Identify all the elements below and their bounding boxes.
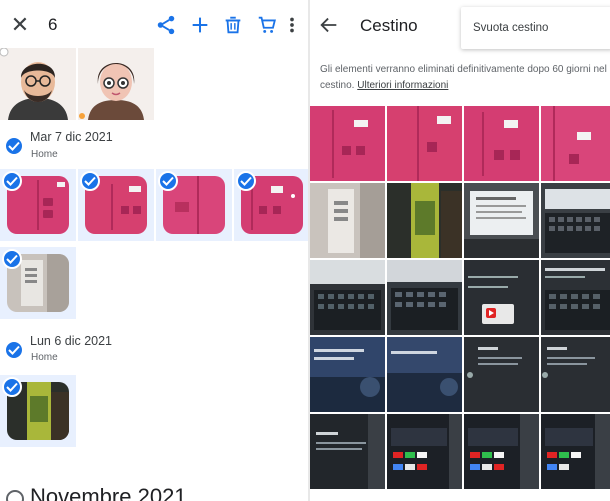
photo-selected-check[interactable] xyxy=(80,171,100,191)
avatar-photo-female[interactable] xyxy=(78,48,154,120)
trash-title: Cestino xyxy=(360,16,418,35)
more-vert-icon[interactable] xyxy=(286,14,298,36)
selection-panel: ✕ 6 Mar 7 dic 2021 Home Lun 6 dic 2021 H… xyxy=(0,0,308,501)
selection-count: 6 xyxy=(48,15,58,34)
photo-selected-check[interactable] xyxy=(158,171,178,191)
group-date: Mar 7 dic 2021 xyxy=(30,130,113,144)
trash-photo[interactable] xyxy=(541,414,610,489)
trash-photo[interactable] xyxy=(464,106,539,181)
overflow-menu: Svuota cestino xyxy=(461,7,610,49)
trash-photo[interactable] xyxy=(387,260,462,335)
trash-photo[interactable] xyxy=(541,106,610,181)
trash-photo[interactable] xyxy=(464,260,539,335)
trash-photo[interactable] xyxy=(387,414,462,489)
share-icon[interactable] xyxy=(155,14,177,36)
group-location: Home xyxy=(31,149,58,160)
trash-photo[interactable] xyxy=(310,106,385,181)
selection-toolbar: ✕ 6 xyxy=(0,0,308,50)
month-select-check[interactable] xyxy=(6,490,24,501)
photo-tile[interactable] xyxy=(234,169,308,241)
trash-photo[interactable] xyxy=(464,183,539,258)
trash-notice: Gli elementi verranno eliminati definiti… xyxy=(320,62,610,94)
trash-photo[interactable] xyxy=(541,183,610,258)
photo-selected-check[interactable] xyxy=(236,171,256,191)
trash-photo[interactable] xyxy=(310,183,385,258)
trash-photo[interactable] xyxy=(541,260,610,335)
photo-selected-check[interactable] xyxy=(2,171,22,191)
month-header: Novembre 2021 xyxy=(30,484,187,501)
more-info-link[interactable]: Ulteriori informazioni xyxy=(357,80,448,91)
photo-selected-check[interactable] xyxy=(2,377,22,397)
trash-photo[interactable] xyxy=(310,260,385,335)
trash-photo[interactable] xyxy=(464,414,539,489)
group-location: Home xyxy=(31,352,58,363)
trash-photo[interactable] xyxy=(464,337,539,412)
trash-photo[interactable] xyxy=(387,337,462,412)
close-icon[interactable]: ✕ xyxy=(8,13,32,37)
empty-trash-menu-item[interactable]: Svuota cestino xyxy=(473,22,548,34)
add-icon[interactable] xyxy=(189,14,211,36)
avatar-photo-male[interactable] xyxy=(0,48,76,120)
group-date: Lun 6 dic 2021 xyxy=(30,334,113,348)
photo-tile[interactable] xyxy=(156,169,232,241)
photo-tile[interactable] xyxy=(0,375,76,447)
photo-selected-check[interactable] xyxy=(2,249,22,269)
photo-tile[interactable] xyxy=(78,169,154,241)
photo-tile[interactable] xyxy=(0,247,76,319)
back-arrow-icon[interactable] xyxy=(318,14,340,36)
group-select-check[interactable] xyxy=(4,136,24,156)
trash-photo[interactable] xyxy=(387,106,462,181)
trash-photo[interactable] xyxy=(310,337,385,412)
trash-photo[interactable] xyxy=(310,414,385,489)
cart-icon[interactable] xyxy=(256,14,278,36)
photo-tile[interactable] xyxy=(0,169,76,241)
trash-icon[interactable] xyxy=(222,14,244,36)
trash-photo[interactable] xyxy=(387,183,462,258)
trash-panel: Cestino Svuota cestino Gli elementi verr… xyxy=(310,0,610,501)
group-select-check[interactable] xyxy=(4,340,24,360)
trash-photo[interactable] xyxy=(541,337,610,412)
